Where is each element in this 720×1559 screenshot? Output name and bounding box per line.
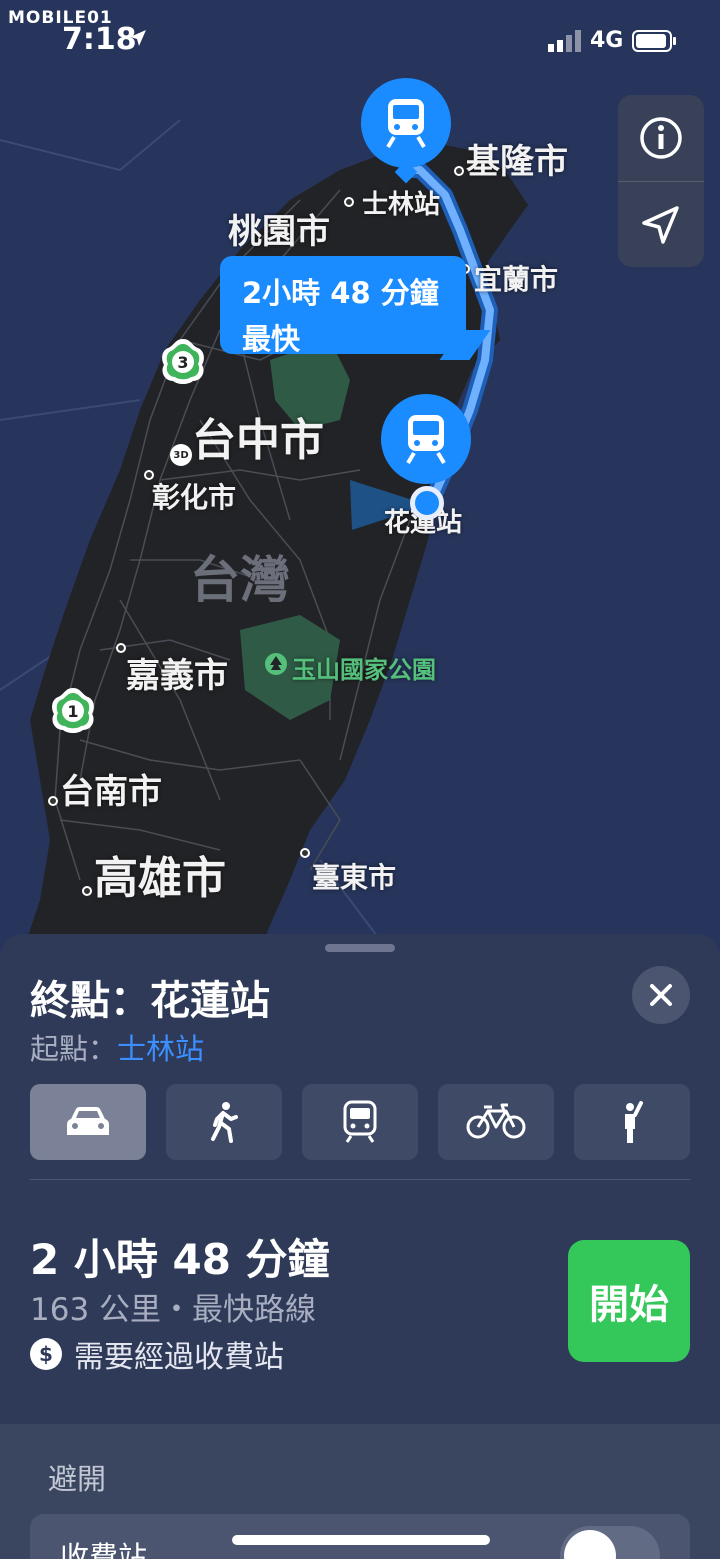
map-label-chiayi: 嘉義市 [126, 656, 228, 696]
mode-rideshare-button[interactable] [574, 1084, 690, 1160]
highway-badge-number: 1 [67, 702, 78, 721]
car-icon [67, 1107, 109, 1135]
map-label-taiwan: 台灣 [190, 551, 290, 609]
dollar-icon: $ [30, 1338, 62, 1370]
origin-line: 起點：士林站 [30, 1026, 204, 1068]
map-label-taoyuan: 桃園市 [228, 212, 330, 252]
highway-badge: 1 [48, 685, 98, 735]
network-type: 4G [590, 28, 624, 53]
train-icon [406, 415, 446, 465]
map-view[interactable]: MOBILE01 7:18 4G 2小時 48 分鐘 最快 基隆市 士林站 桃園… [0, 0, 720, 960]
walk-icon [211, 1102, 238, 1143]
mode-walk-button[interactable] [166, 1084, 282, 1160]
close-icon [650, 984, 672, 1006]
mode-transit-button[interactable] [302, 1084, 418, 1160]
mode-cycle-button[interactable] [438, 1084, 554, 1160]
city-dot [344, 197, 354, 207]
city-dot [300, 848, 310, 858]
map-label-changhua: 彰化市 [152, 481, 237, 514]
route-callout-duration: 2小時 48 分鐘 [242, 276, 439, 310]
avoid-section-title: 避開 [48, 1462, 107, 1496]
track-location-button[interactable] [618, 181, 704, 267]
map-label-yushan-park: 玉山國家公園 [292, 656, 436, 684]
location-arrow-icon [642, 205, 679, 244]
location-arrow-icon [130, 30, 146, 46]
current-location-dot [410, 486, 444, 520]
status-bar: MOBILE01 7:18 4G [0, 0, 720, 70]
city-dot [48, 796, 58, 806]
map-label-shilin-station: 士林站 [362, 190, 441, 220]
bike-icon [466, 1103, 526, 1139]
origin-prefix: 起點： [30, 1032, 118, 1066]
avoid-tolls-toggle[interactable] [560, 1526, 660, 1559]
mode-drive-button[interactable] [30, 1084, 146, 1160]
map-label-taichung: 台中市 [192, 415, 324, 466]
map-label-taitung: 臺東市 [312, 861, 397, 894]
route-callout[interactable]: 2小時 48 分鐘 最快 [220, 256, 466, 356]
tree-icon [264, 652, 288, 676]
map-label-keelung: 基隆市 [466, 142, 568, 182]
directions-sheet: 終點：花蓮站 起點：士林站 2 小時 48 分鐘 163 公里・最快路線 $ 需… [0, 934, 720, 1559]
city-dot [82, 886, 92, 896]
badge-3d: 3D [170, 444, 192, 466]
highway-badge: 3 [158, 336, 208, 386]
start-station-pin[interactable] [361, 78, 451, 168]
train-icon [343, 1100, 377, 1143]
train-icon [386, 99, 426, 149]
route-distance: 163 公里・最快路線 [30, 1292, 317, 1328]
toll-notice: $ 需要經過收費站 [30, 1336, 284, 1375]
rideshare-icon [625, 1101, 643, 1143]
end-station-pin[interactable] [381, 394, 471, 484]
map-controls [618, 95, 704, 267]
avoid-tolls-label: 收費站 [60, 1540, 148, 1559]
route-callout-tag: 最快 [242, 322, 301, 356]
map-info-button[interactable] [618, 95, 704, 181]
divider [30, 1179, 690, 1180]
home-indicator[interactable] [232, 1535, 490, 1545]
map-canvas [0, 119, 528, 960]
map-label-tainan: 台南市 [60, 772, 162, 812]
transport-mode-selector [30, 1084, 692, 1160]
status-time: 7:18 [62, 22, 137, 57]
map-label-kaohsiung: 高雄市 [94, 853, 226, 904]
city-dot [116, 643, 126, 653]
signal-icon [548, 30, 581, 52]
start-navigation-button[interactable]: 開始 [568, 1240, 690, 1362]
city-dot [454, 166, 464, 176]
destination-title: 終點：花蓮站 [30, 978, 270, 1024]
route-duration: 2 小時 48 分鐘 [30, 1235, 330, 1284]
battery-icon [632, 30, 676, 52]
close-button[interactable] [632, 966, 690, 1024]
info-icon [640, 117, 682, 159]
toll-notice-text: 需要經過收費站 [74, 1340, 284, 1375]
highway-badge-number: 3 [177, 353, 188, 372]
origin-link[interactable]: 士林站 [117, 1032, 204, 1066]
toggle-knob [564, 1530, 616, 1559]
sheet-grabber[interactable] [325, 944, 395, 952]
map-label-yilan: 宜蘭市 [474, 263, 559, 296]
